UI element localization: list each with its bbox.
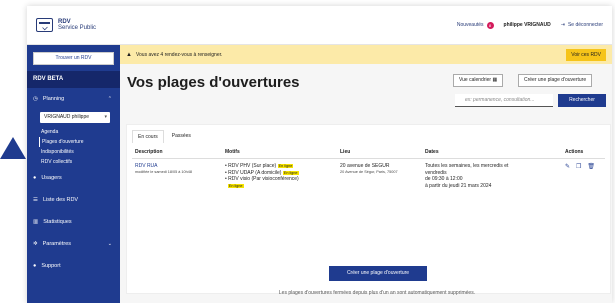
agent-select[interactable]: VRIGNAUD philippe (40, 112, 110, 123)
gear-icon: ✲ (33, 241, 38, 247)
app-window: RDV Service Public Nouveautés 8 philippe… (27, 6, 612, 303)
news-link[interactable]: Nouveautés 8 (456, 21, 494, 29)
sidebar-title: RDV BETA (27, 71, 120, 88)
view-rdv-button[interactable]: Voir ces RDV (566, 48, 606, 61)
news-label: Nouveautés (456, 22, 484, 28)
sidebar-item-liste-rdv[interactable]: ☰ Liste des RDV (27, 189, 120, 211)
tab-bar: En cours Passées (132, 130, 610, 143)
usagers-label: Usagers (41, 175, 62, 181)
statistiques-label: Statistiques (43, 219, 72, 225)
create-plage-button-top[interactable]: Créer une plage d'ouverture (518, 74, 593, 87)
parametres-label: Paramètres (42, 241, 72, 247)
search-input[interactable]: ex: permanence, consultation... (455, 94, 553, 107)
row-actions: ✎ ❐ 🗑 (565, 163, 610, 170)
create-plage-button[interactable]: Créer une plage d'ouverture (329, 266, 427, 281)
online-tag: En ligne (227, 183, 244, 188)
col-dates: Dates (425, 149, 439, 155)
motif-label: RDV visio (Par visioconférence) (228, 176, 299, 182)
plage-name-link[interactable]: RDV RUA (135, 163, 158, 169)
sidebar-item-plages[interactable]: Plages d'ouverture (39, 137, 120, 147)
copy-icon[interactable]: ❐ (576, 163, 581, 170)
chevron-down-icon: ⌄ (107, 241, 112, 247)
trash-icon[interactable]: 🗑 (587, 163, 595, 170)
online-tag: En ligne (282, 170, 299, 175)
top-header: RDV Service Public Nouveautés 8 philippe… (27, 6, 612, 45)
sidebar-item-parametres[interactable]: ✲ Paramètres ⌄ (27, 233, 120, 255)
calendar-icon (36, 18, 53, 32)
warning-icon: ▲ (126, 51, 132, 58)
chart-icon: ▥ (33, 219, 39, 225)
news-count-badge: 8 (486, 21, 494, 29)
motif-item: • RDV visio (Par visioconférence) En lig… (225, 176, 299, 188)
sidebar-item-support[interactable]: ● Support (27, 255, 120, 277)
chevron-up-icon: ⌃ (107, 96, 112, 102)
plages-card: En cours Passées Description Motifs Lieu… (126, 124, 611, 296)
logout-link[interactable]: ⇥ Se déconnecter (561, 22, 603, 28)
alert-text: Vous avez 4 rendez-vous à renseigner. (135, 51, 223, 58)
lieu-address: 20 Avenue de Ségur, Paris, 75007 (340, 170, 398, 174)
user-icon: ● (33, 175, 37, 181)
rdv-logo[interactable]: RDV Service Public (36, 18, 96, 32)
sidebar-item-planning[interactable]: ◷ Planning ⌃ (27, 88, 120, 110)
row-dates: Toutes les semaines, les mercredis et ve… (425, 163, 545, 189)
col-motifs: Motifs (225, 149, 240, 155)
motif-label: RDV UDAP (A domicile) (228, 169, 282, 176)
row-description: RDV RUA modifiée le samedi 18/05 à 10h48 (135, 163, 210, 175)
lieu-name: 20 avenue de SEGUR (340, 163, 390, 169)
dates-line4: à partir du jeudi 21 mars 2024 (425, 182, 492, 189)
sidebar: Trouver un RDV RDV BETA ◷ Planning ⌃ VRI… (27, 45, 120, 303)
pointer-arrow (0, 137, 26, 159)
col-lieu: Lieu (340, 149, 351, 155)
motif-label: RDV PHV (Sur place) (228, 163, 277, 169)
search-button[interactable]: Rechercher (558, 94, 606, 107)
calendar-small-icon: ▦ (492, 77, 498, 83)
row-lieu: 20 avenue de SEGUR 20 Avenue de Ségur, P… (340, 163, 410, 175)
help-icon: ● (33, 263, 37, 269)
calendar-view-button[interactable]: Vue calendrier ▦ (453, 74, 504, 87)
logout-icon: ⇥ (560, 22, 565, 28)
liste-rdv-label: Liste des RDV (42, 197, 79, 203)
table-header: Description Motifs Lieu Dates Actions (132, 145, 605, 159)
tab-passees[interactable]: Passées (167, 130, 196, 143)
sidebar-item-agenda[interactable]: Agenda (27, 127, 120, 137)
col-description: Description (135, 149, 163, 155)
sidebar-item-statistiques[interactable]: ▥ Statistiques (27, 211, 120, 233)
list-icon: ☰ (33, 197, 38, 203)
user-name[interactable]: philippe VRIGNAUD (504, 22, 551, 28)
plage-modified: modifiée le samedi 18/05 à 10h48 (135, 170, 192, 174)
main-content: ▲ Vous avez 4 rendez-vous à renseigner. … (120, 45, 612, 303)
sidebar-item-indisponibilites[interactable]: Indisponibilités (27, 147, 120, 157)
planning-label: Planning (42, 96, 65, 102)
sidebar-item-rdv-collectifs[interactable]: RDV collectifs (27, 157, 120, 167)
logo-text: RDV Service Public (58, 19, 96, 31)
tab-en-cours[interactable]: En cours (132, 130, 164, 143)
alert-banner: ▲ Vous avez 4 rendez-vous à renseigner. … (120, 45, 612, 64)
page-title: Vos plages d'ouvertures (127, 74, 300, 91)
find-rdv-button[interactable]: Trouver un RDV (33, 52, 114, 65)
logout-label: Se déconnecter (567, 22, 603, 28)
col-actions: Actions (565, 149, 584, 155)
edit-icon[interactable]: ✎ (565, 163, 570, 170)
logo-line2: Service Public (58, 25, 97, 31)
online-tag: En ligne (277, 164, 294, 168)
table-row: RDV RUA modifiée le samedi 18/05 à 10h48… (132, 159, 605, 209)
row-motifs: • RDV PHV (Sur place) En ligne • RDV UDA… (225, 163, 335, 189)
sidebar-item-usagers[interactable]: ● Usagers (27, 167, 120, 189)
support-label: Support (41, 263, 61, 269)
clock-icon: ◷ (33, 96, 38, 102)
calendar-view-label: Vue calendrier (459, 77, 492, 83)
auto-delete-note: Les plages d'ouvertures fermées depuis p… (278, 290, 476, 296)
